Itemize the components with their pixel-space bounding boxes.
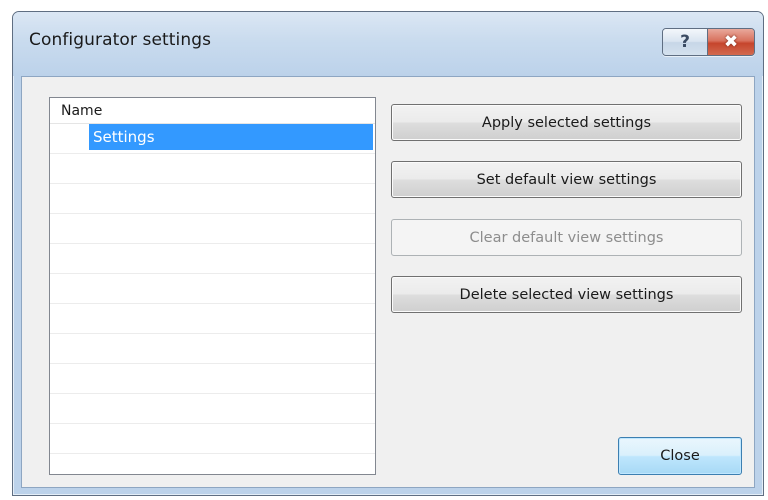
delete-selected-view-settings-button[interactable]: Delete selected view settings (391, 276, 742, 313)
empty-row (50, 454, 375, 474)
empty-row (50, 364, 375, 394)
close-button[interactable]: Close (618, 437, 742, 475)
close-icon: ✖ (723, 32, 739, 52)
list-header: Name (50, 98, 375, 124)
list-item-label: Settings (89, 124, 373, 150)
empty-row (50, 274, 375, 304)
window-close-button[interactable]: ✖ (708, 29, 754, 55)
dialog-window: Configurator settings ? ✖ Name Settings (12, 11, 764, 496)
empty-row (50, 214, 375, 244)
help-icon: ? (680, 32, 690, 52)
caption-buttons: ? ✖ (662, 28, 755, 56)
help-button[interactable]: ? (663, 29, 708, 55)
column-header-name[interactable]: Name (50, 103, 102, 119)
list-item[interactable]: Settings (50, 124, 375, 154)
clear-default-view-settings-button: Clear default view settings (391, 219, 742, 256)
window-title: Configurator settings (29, 30, 212, 50)
set-default-view-settings-button[interactable]: Set default view settings (391, 161, 742, 198)
title-bar[interactable]: Configurator settings ? ✖ (13, 12, 763, 76)
empty-row (50, 334, 375, 364)
apply-selected-settings-button[interactable]: Apply selected settings (391, 104, 742, 141)
empty-row (50, 424, 375, 454)
empty-row (50, 154, 375, 184)
dialog-content: Name Settings Apply selected settings Se… (21, 76, 755, 488)
empty-row (50, 244, 375, 274)
empty-row (50, 394, 375, 424)
empty-row (50, 184, 375, 214)
settings-list[interactable]: Name Settings (49, 97, 376, 475)
empty-row (50, 304, 375, 334)
